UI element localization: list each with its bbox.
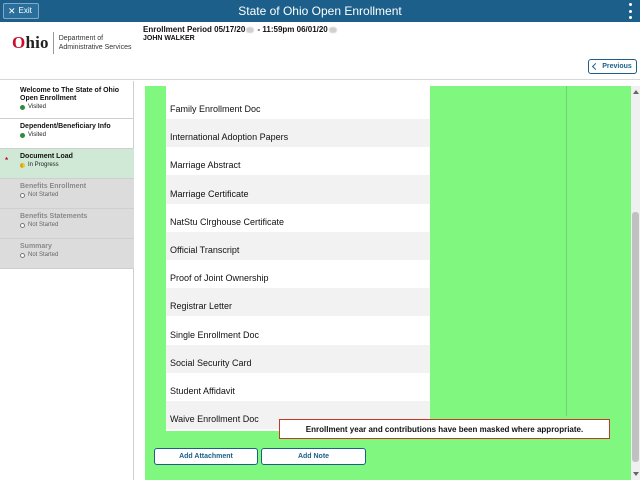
user-name: JOHN WALKER xyxy=(143,35,195,42)
scroll-down-icon[interactable] xyxy=(633,472,639,476)
step-status: Visited xyxy=(20,131,134,139)
sidebar-item-document-load[interactable]: * Document Load In Progress xyxy=(0,149,134,179)
masked-value xyxy=(246,26,255,33)
list-item[interactable]: Proof of Joint Ownership xyxy=(166,259,430,289)
list-item[interactable]: International Adoption Papers xyxy=(166,119,430,148)
step-status: In Progress xyxy=(20,161,134,169)
step-title: Dependent/Beneficiary Info xyxy=(20,123,111,130)
progress-sidebar: Welcome to The State of Ohio Open Enroll… xyxy=(0,81,134,480)
list-item[interactable]: Family Enrollment Doc xyxy=(166,86,430,119)
logo-wordmark: Ohio xyxy=(12,33,49,52)
list-item[interactable]: Social Security Card xyxy=(166,344,430,373)
list-item[interactable]: Marriage Certificate xyxy=(166,175,430,204)
list-item[interactable]: Marriage Abstract xyxy=(166,147,430,176)
list-item[interactable]: Single Enrollment Doc xyxy=(166,316,430,345)
scroll-up-icon[interactable] xyxy=(633,90,639,94)
previous-label: Previous xyxy=(602,63,632,70)
step-status: Not Started xyxy=(20,251,134,259)
status-visited-icon xyxy=(20,132,25,138)
sidebar-item-dependent-info[interactable]: Dependent/Beneficiary Info Visited xyxy=(0,119,134,149)
scroll-thumb[interactable] xyxy=(632,212,639,462)
masking-notice: Enrollment year and contributions have b… xyxy=(279,419,610,439)
status-not-started-icon xyxy=(20,192,25,198)
page-scrollbar[interactable] xyxy=(631,86,640,480)
list-item[interactable]: NatStu Clrghouse Certificate xyxy=(166,203,430,232)
add-note-button[interactable]: Add Note xyxy=(261,448,366,465)
sidebar-item-benefits-statements: Benefits Statements Not Started xyxy=(0,209,134,239)
chevron-left-icon xyxy=(592,62,600,71)
step-status: Not Started xyxy=(20,221,134,229)
sidebar-item-summary: Summary Not Started xyxy=(0,239,134,269)
app-title: State of Ohio Open Enrollment xyxy=(238,4,402,18)
list-item[interactable]: Registrar Letter xyxy=(166,288,430,317)
ohio-logo: Ohio Department of Administrative Servic… xyxy=(12,32,131,54)
top-banner: ✕ Exit State of Ohio Open Enrollment xyxy=(0,0,640,22)
status-not-started-icon xyxy=(20,252,25,258)
enrollment-period: Enrollment Period 05/17/20 - 11:59pm 06/… xyxy=(143,25,338,34)
step-title: Benefits Enrollment xyxy=(20,183,87,190)
list-item[interactable]: Official Transcript xyxy=(166,231,430,260)
sidebar-item-benefits-enrollment: Benefits Enrollment Not Started xyxy=(0,179,134,209)
step-title: Welcome to The State of Ohio Open Enroll… xyxy=(20,87,120,102)
page-header: Ohio Department of Administrative Servic… xyxy=(0,22,640,80)
sidebar-item-welcome[interactable]: Welcome to The State of Ohio Open Enroll… xyxy=(0,81,134,119)
step-status: Visited xyxy=(20,103,134,111)
add-attachment-button[interactable]: Add Attachment xyxy=(154,448,258,465)
step-title: Benefits Statements xyxy=(20,213,88,220)
status-visited-icon xyxy=(20,104,25,110)
step-title: Summary xyxy=(20,243,52,250)
more-options-icon[interactable] xyxy=(627,3,633,19)
logo-department: Department of Administrative Services xyxy=(58,35,132,51)
document-type-list: Family Enrollment Doc International Adop… xyxy=(166,86,430,431)
masked-value xyxy=(328,26,337,33)
previous-button[interactable]: Previous xyxy=(588,59,637,74)
current-step-icon: * xyxy=(5,156,9,165)
column-divider xyxy=(566,86,567,416)
logo-divider xyxy=(52,32,54,54)
step-status: Not Started xyxy=(20,191,134,199)
status-in-progress-icon xyxy=(20,162,25,168)
status-not-started-icon xyxy=(20,222,25,228)
step-title: Document Load xyxy=(20,153,73,160)
list-item[interactable]: Student Affidavit xyxy=(166,372,430,401)
